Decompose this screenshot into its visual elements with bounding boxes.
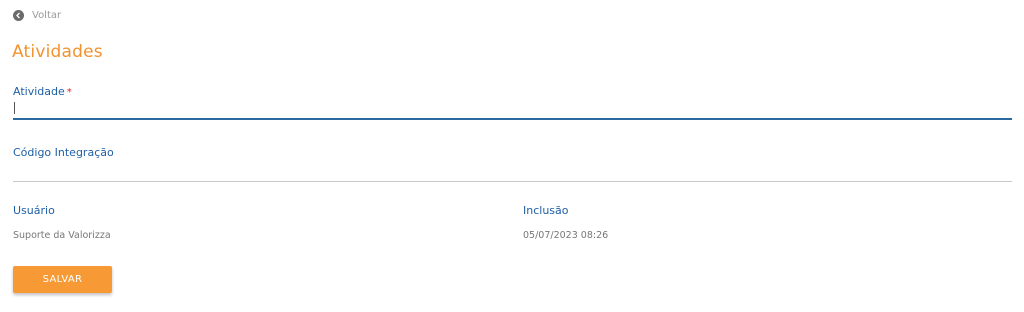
atividade-label: Atividade	[13, 85, 65, 98]
codigo-integracao-input[interactable]	[13, 159, 1012, 179]
usuario-info: Usuário Suporte da Valorizza	[13, 204, 111, 241]
usuario-label: Usuário	[13, 204, 55, 217]
atividade-field: Atividade *	[13, 80, 1012, 120]
page-title: Atividades	[12, 42, 103, 62]
arrow-left-circle-icon	[13, 10, 24, 21]
inclusao-info: Inclusão 05/07/2023 08:26	[523, 204, 608, 241]
inclusao-value: 05/07/2023 08:26	[523, 230, 609, 241]
back-label: Voltar	[32, 10, 62, 21]
back-link[interactable]: Voltar	[13, 10, 61, 21]
codigo-integracao-field: Código Integração	[13, 141, 1012, 182]
usuario-value: Suporte da Valorizza	[13, 230, 111, 241]
codigo-integracao-underline	[13, 181, 1012, 182]
atividade-input[interactable]	[13, 98, 1012, 118]
required-marker: *	[66, 87, 72, 98]
inclusao-label: Inclusão	[523, 204, 569, 217]
page: Voltar Atividades Atividade * Código Inte…	[0, 0, 1024, 312]
save-button[interactable]: SALVAR	[13, 266, 112, 293]
codigo-integracao-label: Código Integração	[13, 146, 114, 159]
atividade-underline	[13, 118, 1012, 120]
